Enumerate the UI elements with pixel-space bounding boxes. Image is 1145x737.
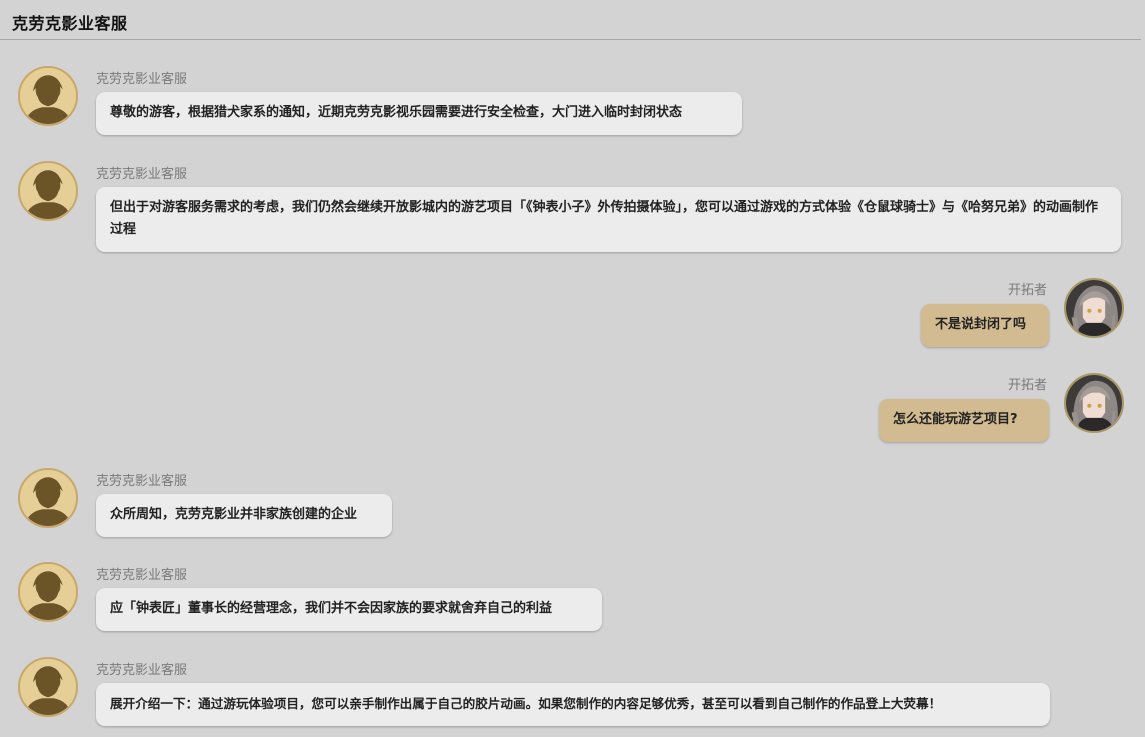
sender-name: 开拓者	[1007, 378, 1047, 393]
sender-name: 克劳克影业客服	[96, 663, 188, 678]
sender-name: 开拓者	[1007, 283, 1047, 298]
sender-name: 克劳克影业客服	[96, 167, 188, 182]
message-bubble: 但出于对游客服务需求的考虑，我们仍然会继续开放影城内的游艺项目「《钟表小子》外传…	[96, 187, 1121, 252]
service-avatar-icon[interactable]	[18, 66, 78, 126]
message-bubble: 不是说封闭了吗	[921, 304, 1049, 347]
sender-name: 克劳克影业客服	[96, 72, 188, 87]
chat-header: 克劳克影业客服	[0, 0, 1141, 40]
sender-name: 克劳克影业客服	[96, 474, 188, 489]
message-bubble: 展开介绍一下：通过游玩体验项目，您可以亲手制作出属于自己的胶片动画。如果您制作的…	[96, 683, 1050, 726]
chat-title: 克劳克影业客服	[12, 14, 128, 33]
service-avatar-icon[interactable]	[18, 468, 78, 528]
service-avatar-icon[interactable]	[18, 562, 78, 622]
message-bubble: 众所周知，克劳克影业并非家族创建的企业	[96, 494, 392, 537]
sender-name: 克劳克影业客服	[96, 568, 188, 583]
message-bubble: 尊敬的游客，根据猎犬家系的通知，近期克劳克影视乐园需要进行安全检查，大门进入临时…	[96, 92, 742, 135]
service-avatar-icon[interactable]	[18, 657, 78, 717]
service-avatar-icon[interactable]	[18, 161, 78, 221]
message-bubble: 怎么还能玩游艺项目?	[879, 399, 1049, 442]
trailblazer-avatar-icon[interactable]	[1064, 373, 1124, 433]
trailblazer-avatar-icon[interactable]	[1064, 278, 1124, 338]
message-bubble: 应「钟表匠」董事长的经营理念，我们并不会因家族的要求就舍弃自己的利益	[96, 588, 602, 631]
